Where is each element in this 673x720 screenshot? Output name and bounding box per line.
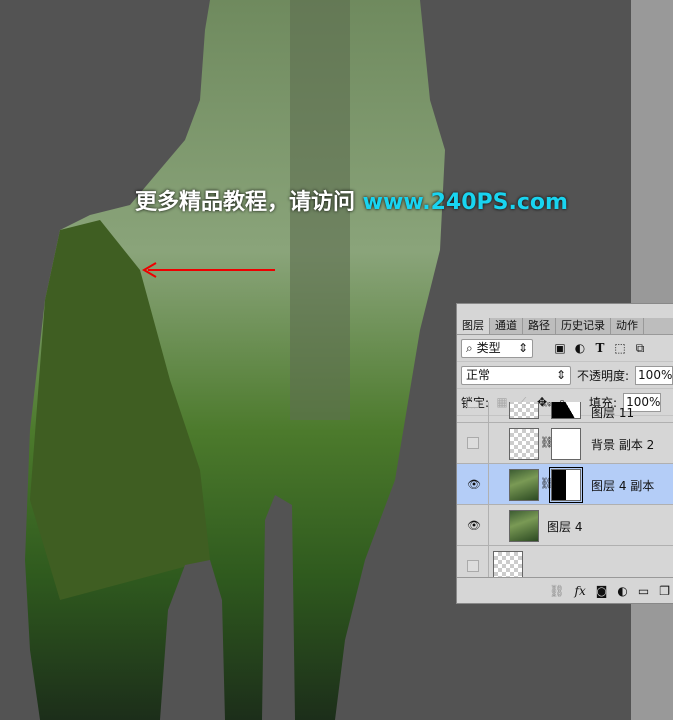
layer-mask-thumbnail[interactable] xyxy=(551,428,581,460)
layer-name: 图层 4 副本 xyxy=(591,479,655,493)
layer-row[interactable] xyxy=(457,546,673,577)
filter-row: ⌕ 类型 ⇕ ▣ ◐ T ⬚ ⧉ xyxy=(457,335,673,362)
layer-name: 图层 4 xyxy=(547,520,583,534)
leg-gap-right xyxy=(262,495,295,720)
shape-filter-icon[interactable]: ⬚ xyxy=(613,341,627,355)
visibility-toggle[interactable] xyxy=(467,437,479,449)
search-icon: ⌕ xyxy=(466,340,473,355)
panel-tabs: 图层 通道 路径 历史记录 动作 xyxy=(457,318,673,335)
mask-icon[interactable]: ◙ xyxy=(596,584,608,598)
tab-channels[interactable]: 通道 xyxy=(490,318,523,334)
tab-history[interactable]: 历史记录 xyxy=(556,318,611,334)
tab-layers[interactable]: 图层 xyxy=(457,318,490,334)
image-filter-icon[interactable]: ▣ xyxy=(553,341,567,355)
layer-row[interactable]: ⛓ 图层 11 xyxy=(457,402,673,423)
tab-actions[interactable]: 动作 xyxy=(611,318,644,334)
panel-footer: ⛓ fx ◙ ◐ ▭ ❐ xyxy=(457,577,673,603)
blend-mode-select[interactable]: 正常 ⇕ xyxy=(461,365,571,385)
layer-row[interactable]: ⛓ 背景 副本 2 xyxy=(457,423,673,464)
spinner-icon: ⇕ xyxy=(555,367,566,382)
adjustment-filter-icon[interactable]: ◐ xyxy=(573,341,587,355)
blend-row: 正常 ⇕ 不透明度: 100% xyxy=(457,362,673,389)
new-layer-icon[interactable]: ❐ xyxy=(659,584,670,598)
layer-mask-thumbnail[interactable] xyxy=(549,467,583,503)
banner-text: 更多精品教程，请访问 xyxy=(135,190,363,215)
adjustment-icon[interactable]: ◐ xyxy=(617,584,627,598)
opacity-input[interactable]: 100% xyxy=(635,365,673,385)
link-icon[interactable]: ⛓ xyxy=(549,584,564,598)
filter-value: 类型 xyxy=(476,340,501,355)
layer-row[interactable]: 👁︎ 图层 4 xyxy=(457,505,673,546)
eye-icon[interactable]: 👁︎ xyxy=(467,478,481,491)
eye-icon[interactable]: 👁︎ xyxy=(467,519,481,532)
layer-name: 背景 副本 2 xyxy=(591,438,655,452)
opacity-label: 不透明度: xyxy=(577,368,630,383)
folder-icon[interactable]: ▭ xyxy=(638,584,649,598)
type-filter-icon[interactable]: T xyxy=(593,341,607,355)
blend-mode-value: 正常 xyxy=(466,367,491,382)
visibility-toggle[interactable] xyxy=(467,560,479,572)
watermark-banner: 更多精品教程，请访问 www.240PS.com xyxy=(135,184,568,216)
layer-list: ⛓ 图层 11 ⛓ 背景 副本 2 👁︎ ⛓ 图层 4 副本 👁︎ 图层 4 xyxy=(457,402,673,577)
filter-type-select[interactable]: ⌕ 类型 ⇕ xyxy=(461,338,533,358)
layers-panel: 图层 通道 路径 历史记录 动作 ⌕ 类型 ⇕ ▣ ◐ T ⬚ ⧉ 正常 ⇕ 不透明… xyxy=(456,303,673,604)
layer-name: 图层 11 xyxy=(591,406,635,420)
banner-url: www.240PS.com xyxy=(362,190,568,215)
layer-thumbnail xyxy=(509,402,539,419)
fx-icon[interactable]: fx xyxy=(575,584,586,598)
layer-thumbnail xyxy=(509,428,539,460)
smart-object-filter-icon[interactable]: ⧉ xyxy=(633,341,647,356)
visibility-toggle[interactable] xyxy=(467,402,479,408)
layer-thumbnail xyxy=(509,510,539,542)
layer-thumbnail xyxy=(493,551,523,577)
layer-row-selected[interactable]: 👁︎ ⛓ 图层 4 副本 xyxy=(457,464,673,505)
tab-paths[interactable]: 路径 xyxy=(523,318,556,334)
layer-thumbnail xyxy=(509,469,539,501)
spinner-icon: ⇕ xyxy=(517,340,528,355)
layer-mask-thumbnail[interactable] xyxy=(551,402,581,419)
